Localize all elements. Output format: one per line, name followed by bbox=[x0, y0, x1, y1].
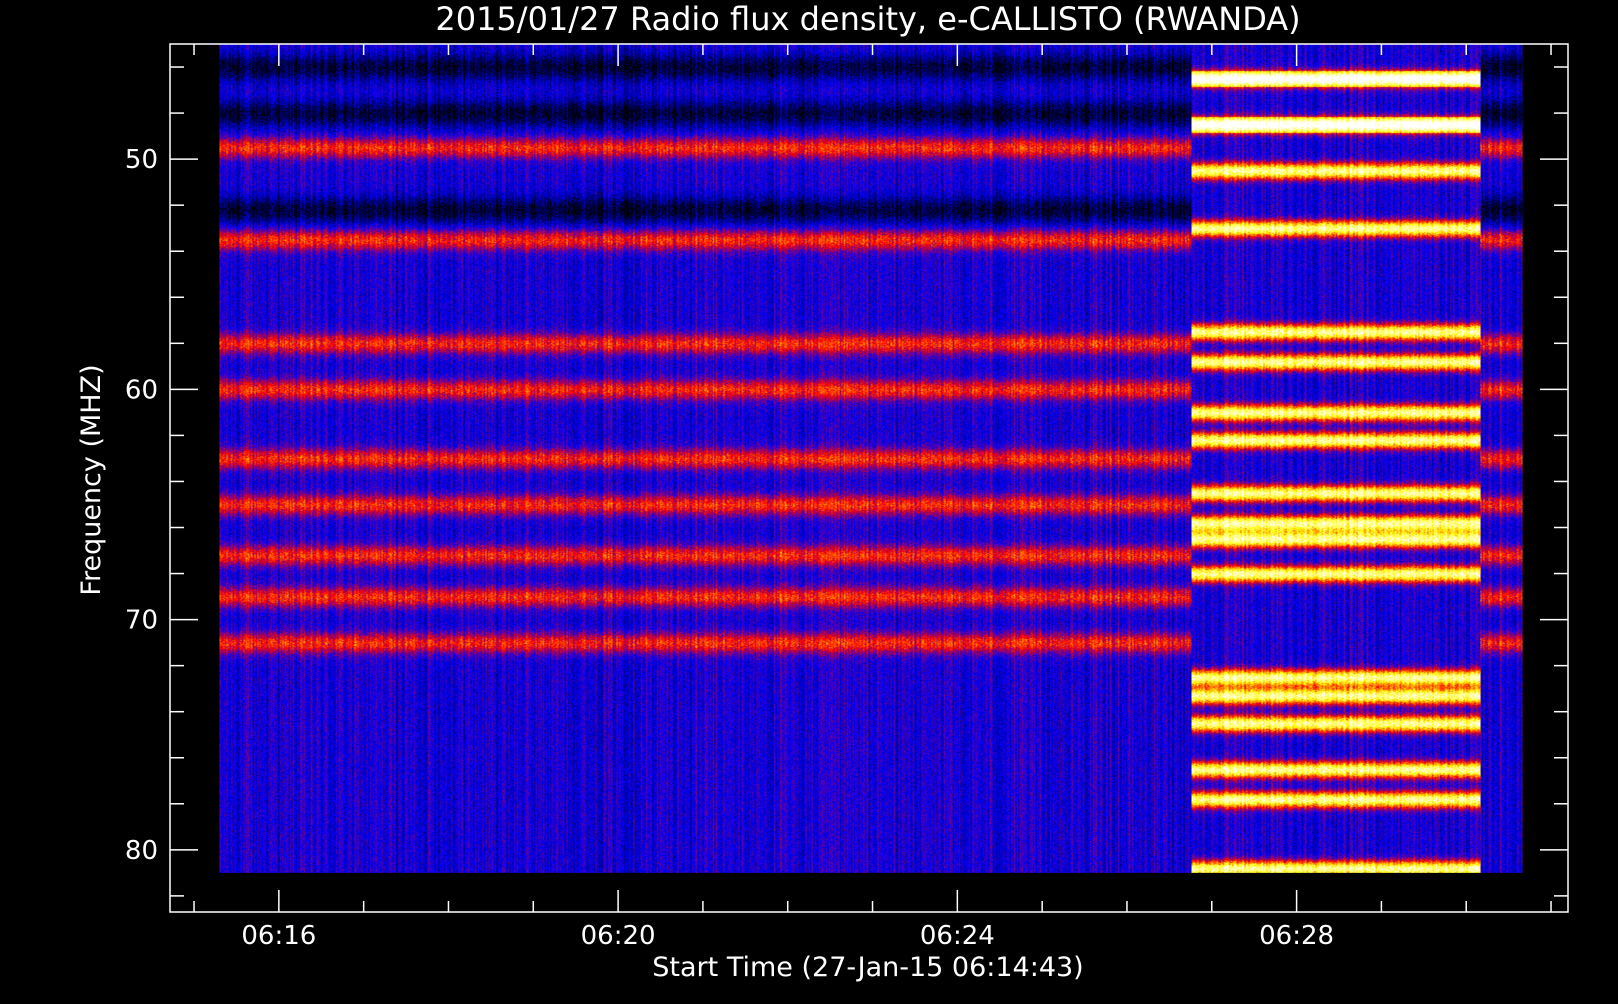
y-tick-label: 80 bbox=[125, 836, 158, 866]
y-tick-label: 70 bbox=[125, 606, 158, 636]
spectrogram-heatmap bbox=[219, 44, 1523, 873]
spectrogram-chart: 06:16 06:20 06:24 06:28 50 60 70 80 2015/01/27 … bbox=[76, 0, 1569, 983]
y-tick-label: 60 bbox=[125, 375, 158, 405]
spectrogram-raster bbox=[219, 44, 1523, 873]
y-tick-label: 50 bbox=[125, 145, 158, 175]
x-tick-label: 06:28 bbox=[1259, 921, 1334, 951]
chart-title: 2015/01/27 Radio flux density, e-CALLIST… bbox=[435, 0, 1300, 38]
y-axis-label: Frequency (MHZ) bbox=[76, 364, 107, 595]
x-tick-label: 06:24 bbox=[920, 921, 995, 951]
spectrogram-figure: 06:16 06:20 06:24 06:28 50 60 70 80 2015/01/27 … bbox=[0, 0, 1618, 1000]
x-axis-label: Start Time (27-Jan-15 06:14:43) bbox=[652, 952, 1083, 983]
x-tick-label: 06:16 bbox=[241, 921, 316, 951]
x-tick-label: 06:20 bbox=[581, 921, 656, 951]
